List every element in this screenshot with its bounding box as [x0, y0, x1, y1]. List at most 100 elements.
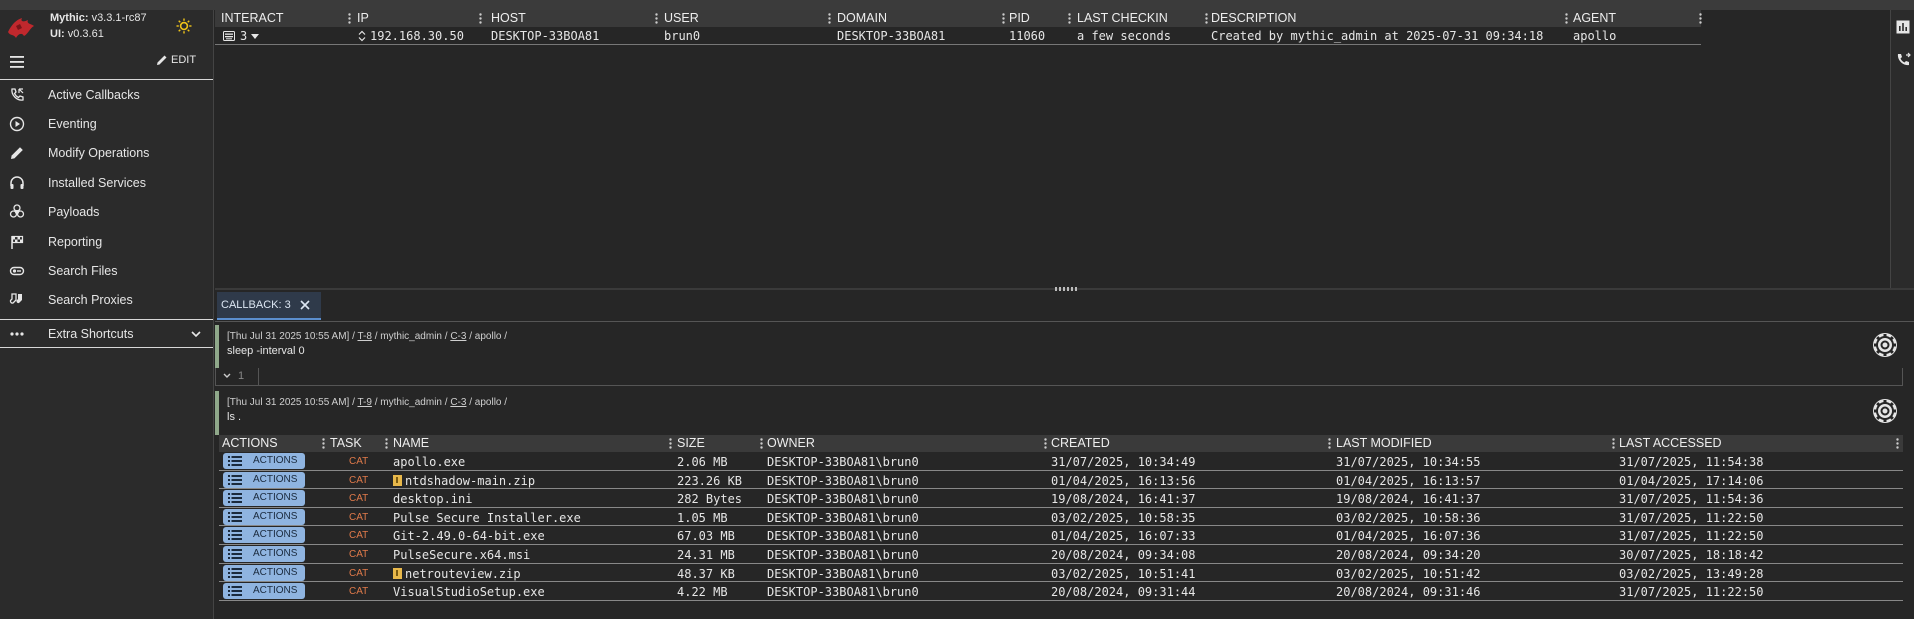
task-output-editor[interactable]: 1: [215, 368, 1903, 386]
table-row[interactable]: ACTIONS CAT PulseSecure.x64.msi 24.31 MB…: [219, 545, 1903, 564]
actions-button[interactable]: ACTIONS: [223, 508, 305, 525]
sidebar-item-payloads[interactable]: Payloads: [0, 198, 213, 227]
column-resize-icon[interactable]: [322, 438, 325, 449]
actions-button[interactable]: ACTIONS: [223, 564, 305, 581]
callback-link[interactable]: C-3: [450, 331, 466, 342]
column-resize-icon[interactable]: [828, 13, 831, 24]
task-id-link[interactable]: T-9: [357, 397, 371, 408]
column-header-task[interactable]: TASK: [330, 436, 362, 450]
actions-button[interactable]: ACTIONS: [223, 527, 305, 544]
task-panel[interactable]: [Thu Jul 31 2025 10:55 AM] / T-8 / mythi…: [215, 325, 1903, 368]
cat-task-link[interactable]: CAT: [349, 586, 368, 597]
sidebar-item-search-files[interactable]: Search Files: [0, 256, 213, 285]
sort-arrows-icon[interactable]: [358, 30, 366, 42]
caret-down-icon[interactable]: [251, 34, 259, 39]
sidebar-item-label: Active Callbacks: [48, 87, 140, 102]
table-row[interactable]: ACTIONS CAT netrouteview.zip 48.37 KB DE…: [219, 564, 1903, 583]
column-header-description[interactable]: DESCRIPTION: [1211, 11, 1296, 25]
table-row[interactable]: ACTIONS CAT VisualStudioSetup.exe 4.22 M…: [219, 582, 1903, 601]
column-resize-icon[interactable]: [1612, 438, 1615, 449]
cat-task-link[interactable]: CAT: [349, 512, 368, 523]
cat-task-link[interactable]: CAT: [349, 549, 368, 560]
column-resize-icon[interactable]: [1565, 13, 1568, 24]
table-row[interactable]: ACTIONS CAT desktop.ini 282 Bytes DESKTO…: [219, 489, 1903, 508]
sidebar-item-installed-services[interactable]: Installed Services: [0, 168, 213, 197]
cat-task-link[interactable]: CAT: [349, 475, 368, 486]
column-header-size[interactable]: SIZE: [677, 436, 705, 450]
column-header-user[interactable]: USER: [664, 11, 699, 25]
gear-icon[interactable]: [1871, 331, 1899, 359]
column-header-last-modified[interactable]: LAST MODIFIED: [1336, 436, 1432, 450]
cat-task-link[interactable]: CAT: [349, 568, 368, 579]
actions-button[interactable]: ACTIONS: [223, 545, 305, 562]
column-resize-icon[interactable]: [348, 13, 351, 24]
chevron-down-icon[interactable]: [222, 371, 232, 381]
column-resize-icon[interactable]: [1205, 13, 1208, 24]
column-header-ip[interactable]: IP: [357, 11, 369, 25]
sidebar-item-search-proxies[interactable]: Search Proxies: [0, 286, 213, 315]
callback-row[interactable]: 3 192.168.30.50 DESKTOP-33BOA81 brun0 DE…: [215, 27, 1701, 45]
sidebar-item-reporting[interactable]: Reporting: [0, 227, 213, 256]
column-resize-icon[interactable]: [1896, 438, 1899, 449]
column-header-name[interactable]: NAME: [393, 436, 429, 450]
edit-button[interactable]: EDIT: [156, 54, 196, 66]
column-resize-icon[interactable]: [655, 13, 658, 24]
task-panel[interactable]: [Thu Jul 31 2025 10:55 AM] / T-9 / mythi…: [215, 391, 1903, 435]
cat-task-link[interactable]: CAT: [349, 456, 368, 467]
keyboard-icon[interactable]: [223, 31, 235, 41]
tab-callback-3[interactable]: CALLBACK: 3: [217, 292, 321, 320]
column-header-pid[interactable]: PID: [1009, 11, 1030, 25]
file-created: 19/08/2024, 16:41:37: [1051, 492, 1196, 507]
list-icon: [228, 511, 242, 522]
column-header-created[interactable]: CREATED: [1051, 436, 1110, 450]
task-id-link[interactable]: T-8: [357, 331, 371, 342]
actions-label: ACTIONS: [253, 547, 298, 559]
theme-toggle-sun-icon[interactable]: [176, 18, 192, 34]
file-table-header: ACTIONS TASK NAME SIZE OWNER CREATED LAS…: [219, 435, 1903, 452]
actions-button[interactable]: ACTIONS: [223, 583, 305, 600]
column-header-owner[interactable]: OWNER: [767, 436, 815, 450]
actions-button[interactable]: ACTIONS: [223, 471, 305, 488]
mythic-version: Mythic: v3.3.1-rc87: [50, 12, 147, 24]
column-resize-icon[interactable]: [1068, 13, 1071, 24]
close-icon[interactable]: [299, 299, 311, 311]
column-header-last-checkin[interactable]: LAST CHECKIN: [1077, 11, 1168, 25]
cat-task-link[interactable]: CAT: [349, 530, 368, 541]
column-header-domain[interactable]: DOMAIN: [837, 11, 887, 25]
file-modified: 31/07/2025, 10:34:55: [1336, 455, 1481, 469]
callback-link[interactable]: C-3: [450, 397, 466, 408]
table-row[interactable]: ACTIONS CAT Git-2.49.0-64-bit.exe 67.03 …: [219, 526, 1903, 545]
file-owner: DESKTOP-33BOA81\brun0: [767, 547, 919, 562]
column-header-last-accessed[interactable]: LAST ACCESSED: [1619, 436, 1722, 450]
column-resize-icon[interactable]: [1328, 438, 1331, 449]
sidebar-item-eventing[interactable]: Eventing: [0, 109, 213, 138]
actions-button[interactable]: ACTIONS: [223, 453, 305, 469]
column-header-interact[interactable]: INTERACT: [221, 11, 284, 25]
column-resize-icon[interactable]: [1002, 13, 1005, 24]
column-header-host[interactable]: HOST: [491, 11, 526, 25]
file-created: 03/02/2025, 10:51:41: [1051, 566, 1196, 581]
cat-task-link[interactable]: CAT: [349, 493, 368, 504]
gear-icon[interactable]: [1871, 397, 1899, 425]
column-resize-icon[interactable]: [760, 438, 763, 449]
column-resize-icon[interactable]: [1044, 438, 1047, 449]
list-icon: [228, 474, 242, 485]
column-resize-icon[interactable]: [1699, 13, 1702, 24]
actions-button[interactable]: ACTIONS: [223, 490, 305, 507]
hamburger-menu-icon[interactable]: [10, 56, 24, 68]
file-modified: 03/02/2025, 10:58:36: [1336, 510, 1481, 525]
table-row[interactable]: ACTIONS CAT Pulse Secure Installer.exe 1…: [219, 508, 1903, 527]
column-header-agent[interactable]: AGENT: [1573, 11, 1616, 25]
file-modified: 03/02/2025, 10:51:42: [1336, 566, 1481, 581]
column-resize-icon[interactable]: [669, 438, 672, 449]
sidebar-item-modify-operations[interactable]: Modify Operations: [0, 139, 213, 168]
table-row[interactable]: ACTIONS CAT apollo.exe 2.06 MB DESKTOP-3…: [219, 452, 1903, 471]
extra-shortcuts-toggle[interactable]: Extra Shortcuts: [0, 320, 213, 349]
column-resize-icon[interactable]: [385, 438, 388, 449]
column-header-actions[interactable]: ACTIONS: [222, 436, 278, 450]
phone-forward-icon[interactable]: [1896, 52, 1912, 68]
bar-chart-icon[interactable]: [1896, 20, 1910, 34]
sidebar-item-active-callbacks[interactable]: Active Callbacks: [0, 80, 213, 109]
table-row[interactable]: ACTIONS CAT ntdshadow-main.zip 223.26 KB…: [219, 471, 1903, 490]
column-resize-icon[interactable]: [479, 13, 482, 24]
